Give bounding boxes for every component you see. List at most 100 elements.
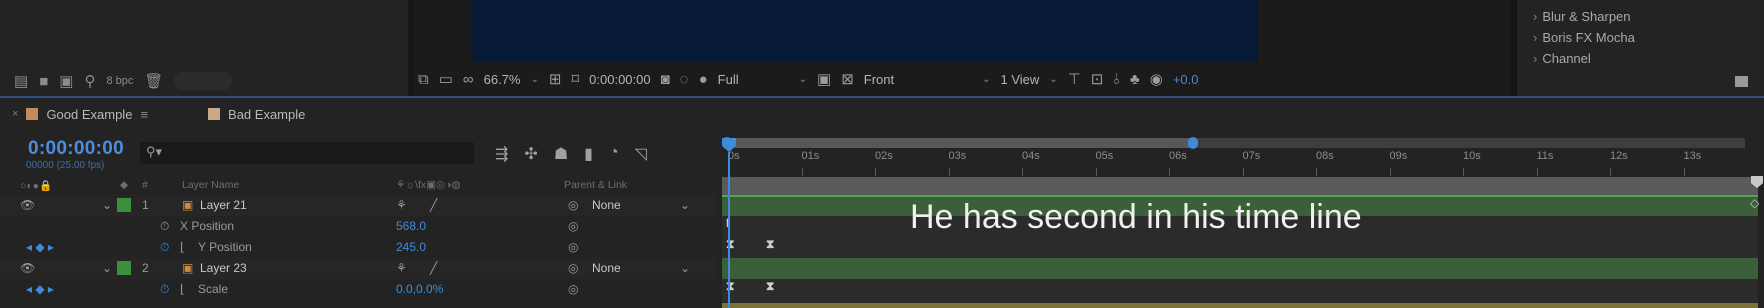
- monitor-icon[interactable]: ▭: [439, 70, 453, 88]
- transparency-grid-icon[interactable]: ⊠: [841, 70, 854, 88]
- eye-icon[interactable]: 👁: [20, 261, 35, 275]
- shy-switch-icon[interactable]: ⚘: [396, 198, 407, 212]
- comp-timecode[interactable]: 0:00:00:00: [589, 72, 650, 87]
- chevron-down-icon[interactable]: ⌄: [680, 261, 690, 275]
- fast-previews-icon[interactable]: ⊡: [1091, 70, 1104, 88]
- new-item-icon[interactable]: [1735, 76, 1748, 87]
- toggle-pixel-aspect-icon[interactable]: ⊤: [1068, 70, 1081, 88]
- pickwhip-icon[interactable]: ◎: [568, 261, 578, 275]
- track-area[interactable]: I ⧗ ⧗ ⧗ ⧗: [722, 177, 1758, 308]
- label-color-swatch[interactable]: [117, 198, 131, 212]
- view-select[interactable]: Front: [864, 72, 894, 87]
- timeline-timecode[interactable]: 0:00:00:00: [28, 138, 124, 160]
- new-composition-icon[interactable]: ▣: [59, 72, 73, 90]
- pickwhip-icon[interactable]: ◎: [568, 282, 578, 296]
- project-search-pill[interactable]: [174, 72, 233, 90]
- chevron-right-icon: ›: [1533, 51, 1538, 66]
- frame-blending-icon[interactable]: ▮: [584, 144, 593, 164]
- layer-name-header[interactable]: Layer Name: [182, 179, 239, 191]
- effects-item[interactable]: › Channel: [1533, 48, 1635, 69]
- trash-icon[interactable]: 🗑: [144, 72, 163, 90]
- property-row[interactable]: ◂ ◆ ▸ ⏱ ⌊ Scale 0.0,0.0% ◎: [0, 279, 716, 300]
- timeline-link-icon[interactable]: ⫰: [1113, 71, 1120, 88]
- interpret-footage-icon[interactable]: ▤: [14, 72, 28, 90]
- parent-link-header: Parent & Link: [564, 179, 628, 191]
- time-ruler[interactable]: 0s 01s 02s 03s 04s 05s 06s 07s 08s 09s 10s 11s 12s 13…: [722, 137, 1745, 178]
- label-color-swatch[interactable]: [117, 261, 131, 275]
- vr-goggles-icon[interactable]: ∞: [463, 71, 474, 88]
- new-folder-icon[interactable]: ■: [39, 73, 48, 90]
- panel-menu-icon[interactable]: ≡: [140, 107, 148, 122]
- shy-layers-icon[interactable]: ☗: [554, 144, 568, 164]
- property-value[interactable]: 0.0,0.0%: [396, 282, 443, 296]
- chevron-down-icon[interactable]: ⌄: [102, 198, 112, 212]
- exposure-value[interactable]: +0.0: [1173, 72, 1199, 87]
- grid-guides-icon[interactable]: ⊞: [549, 70, 562, 88]
- tab-good-example[interactable]: × Good Example ≡: [0, 107, 160, 122]
- chevron-down-icon[interactable]: ⌄: [680, 198, 690, 212]
- resolution-select[interactable]: Full: [718, 72, 739, 87]
- reset-exposure-icon[interactable]: ◉: [1150, 70, 1163, 88]
- flowchart-icon[interactable]: ♣: [1130, 71, 1140, 88]
- tab-bad-example[interactable]: Bad Example: [196, 107, 317, 122]
- stopwatch-icon[interactable]: ⏱: [160, 240, 169, 255]
- chevron-down-icon[interactable]: ⌄: [799, 74, 807, 85]
- bit-depth-label[interactable]: 8 bpc: [106, 75, 133, 87]
- ruler-tick-label: 13s: [1683, 150, 1702, 162]
- layer-search-input[interactable]: ⚲▾: [140, 142, 474, 164]
- show-snapshot-icon[interactable]: ◌: [680, 71, 689, 88]
- close-icon[interactable]: ×: [12, 108, 18, 120]
- mask-visibility-icon[interactable]: ⌑: [571, 70, 579, 88]
- region-of-interest-icon[interactable]: ▣: [817, 70, 831, 88]
- work-area-range[interactable]: [727, 138, 1193, 148]
- parent-select[interactable]: None: [592, 198, 621, 212]
- eye-icon[interactable]: 👁: [20, 198, 35, 212]
- chevron-down-icon[interactable]: ⌄: [982, 74, 990, 85]
- layer-row[interactable]: 👁 ⌄ 1 ▣ Layer 21 ⚘ ╱ ◎ None ⌄: [0, 195, 716, 216]
- keyframe-nav-icon[interactable]: ◂ ◆ ▸: [26, 240, 54, 254]
- layer-duration-bar[interactable]: [722, 258, 1758, 279]
- parent-select[interactable]: None: [592, 261, 621, 275]
- snapshot-icon[interactable]: ◙: [661, 71, 670, 88]
- keyframe-nav-icon[interactable]: ◂ ◆ ▸: [26, 282, 54, 296]
- color-channels-icon[interactable]: ●: [699, 71, 708, 88]
- playhead-line[interactable]: [728, 152, 730, 308]
- frame-rate-label: 00000 (25.00 fps): [26, 160, 105, 171]
- end-of-comp-marker-icon[interactable]: [1751, 176, 1763, 188]
- layer-duration-bar[interactable]: [722, 303, 1758, 308]
- chevron-down-icon[interactable]: ⌄: [1049, 74, 1057, 85]
- zoom-level[interactable]: 66.7%: [484, 72, 521, 87]
- draft-3d-icon[interactable]: ✣: [524, 144, 537, 164]
- view-layout-select[interactable]: 1 View: [1001, 72, 1040, 87]
- pickwhip-icon[interactable]: ◎: [568, 198, 578, 212]
- pickwhip-icon[interactable]: ◎: [568, 240, 578, 254]
- stopwatch-icon[interactable]: ⏱: [160, 282, 169, 297]
- keyframe-marker[interactable]: ⧗: [766, 279, 774, 294]
- adjust-project-icon[interactable]: ⚲: [84, 72, 95, 90]
- property-row[interactable]: ⏱ X Position 568.0 ◎: [0, 216, 716, 237]
- quality-switch-icon[interactable]: ╱: [430, 198, 437, 212]
- always-preview-icon[interactable]: ⧉: [418, 71, 429, 88]
- property-value[interactable]: 245.0: [396, 240, 426, 254]
- quality-switch-icon[interactable]: ╱: [430, 261, 437, 275]
- effects-item[interactable]: › Blur & Sharpen: [1533, 6, 1635, 27]
- stopwatch-icon[interactable]: ⏱: [160, 219, 169, 234]
- layer-name[interactable]: Layer 21: [200, 198, 247, 212]
- shy-switch-icon[interactable]: ⚘: [396, 261, 407, 275]
- keyframe-marker[interactable]: ⧗: [766, 237, 774, 252]
- chevron-down-icon[interactable]: ⌄: [102, 261, 112, 275]
- layer-row[interactable]: 👁 ⌄ 2 ▣ Layer 23 ⚘ ╱ ◎ None ⌄: [0, 258, 716, 279]
- motion-blur-icon[interactable]: ◔: [609, 144, 619, 164]
- property-value[interactable]: 568.0: [396, 219, 426, 233]
- effects-item[interactable]: › Boris FX Mocha: [1533, 27, 1635, 48]
- property-row[interactable]: ◂ ◆ ▸ ⏱ ⌊ Y Position 245.0 ◎: [0, 237, 716, 258]
- property-name: X Position: [180, 219, 235, 233]
- composition-viewer[interactable]: [472, 0, 1258, 62]
- chevron-down-icon[interactable]: ⌄: [530, 74, 538, 85]
- composition-mini-flowchart-icon[interactable]: ⇶: [495, 144, 508, 164]
- graph-editor-icon[interactable]: ◹: [635, 144, 647, 164]
- keyframe-nav-icon[interactable]: ◇: [1750, 196, 1759, 210]
- layer-name[interactable]: Layer 23: [200, 261, 247, 275]
- work-area-end-handle[interactable]: [1188, 137, 1198, 149]
- pickwhip-icon[interactable]: ◎: [568, 219, 578, 233]
